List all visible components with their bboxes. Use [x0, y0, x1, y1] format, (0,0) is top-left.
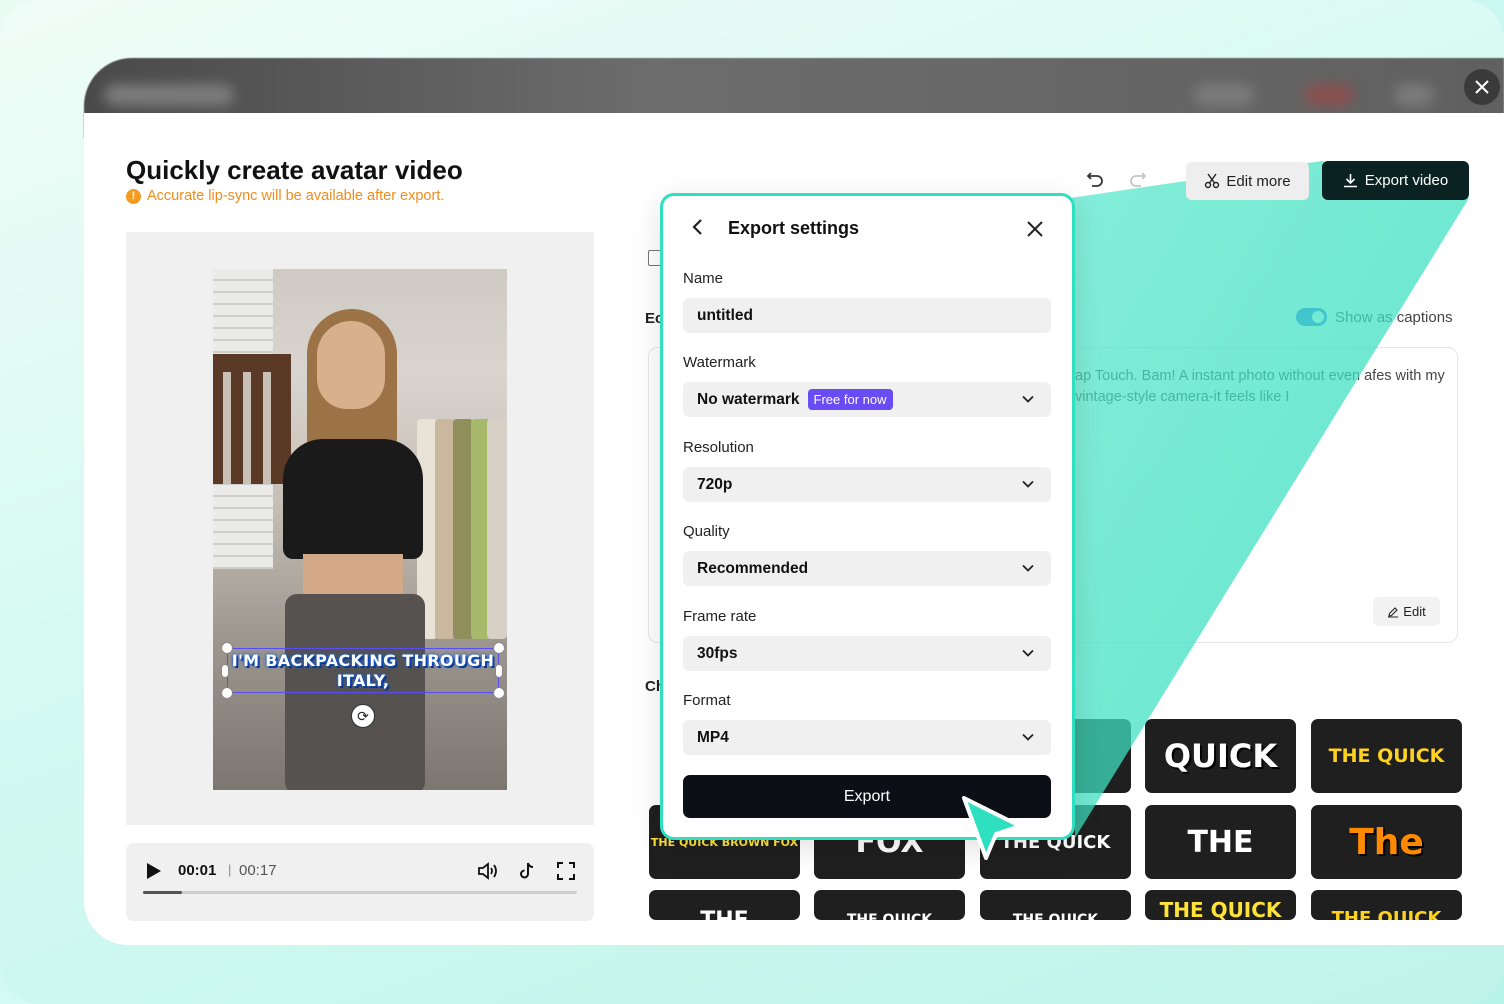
- resolution-value: 720p: [697, 475, 733, 493]
- redo-icon[interactable]: [1129, 170, 1147, 194]
- name-label: Name: [683, 270, 724, 287]
- edit-label: Edit: [1403, 604, 1426, 619]
- close-icon[interactable]: [1464, 69, 1500, 105]
- caption-line-2: ITALY,: [336, 671, 390, 690]
- caption-selection-box[interactable]: I'M BACKPACKING THROUGH ITALY,: [227, 648, 499, 693]
- caption-style-tile[interactable]: THE QUICK: [1145, 890, 1296, 920]
- tiktok-icon[interactable]: [516, 860, 538, 882]
- progress-fill: [143, 891, 183, 894]
- tile-label: THE QUICK: [1012, 912, 1099, 920]
- tile-label: THE: [1187, 824, 1254, 860]
- warning-text: Accurate lip-sync will be available afte…: [147, 188, 445, 204]
- toggle-switch[interactable]: [1296, 308, 1327, 326]
- page-title: Quickly create avatar video: [126, 155, 463, 185]
- format-select[interactable]: MP4: [683, 720, 1051, 755]
- quality-value: Recommended: [697, 559, 809, 577]
- format-value: MP4: [697, 728, 729, 746]
- progress-bar[interactable]: [143, 891, 577, 894]
- caption-style-tile[interactable]: THE: [649, 890, 800, 920]
- tile-label: THE QUICK: [846, 912, 933, 920]
- fullscreen-icon[interactable]: [555, 860, 577, 882]
- caption-style-tile[interactable]: THE QUICK: [814, 890, 965, 920]
- resize-handle-br[interactable]: [493, 687, 505, 699]
- caption-style-tile[interactable]: THE QUICK: [1311, 890, 1462, 920]
- rotate-icon[interactable]: ⟳: [351, 704, 375, 728]
- name-value: untitled: [697, 306, 753, 324]
- edit-more-label: Edit more: [1226, 172, 1291, 190]
- watermark-select[interactable]: No watermark Free for now: [683, 382, 1051, 417]
- frame-rate-label: Frame rate: [683, 608, 757, 625]
- caption-style-tile[interactable]: QUICK: [1145, 719, 1296, 793]
- export-video-button[interactable]: Export video: [1322, 161, 1469, 200]
- railing: [213, 354, 291, 484]
- avatar-face: [317, 321, 385, 409]
- avatar-torso: [283, 439, 423, 559]
- tile-label: THE QUICK: [1328, 745, 1445, 767]
- caption-style-tile[interactable]: THE QUICK: [1311, 719, 1462, 793]
- quality-label: Quality: [683, 523, 730, 540]
- scissors-icon: [1205, 173, 1220, 189]
- current-time: 00:01: [178, 862, 217, 879]
- chevron-down-icon: [1022, 564, 1034, 572]
- free-badge: Free for now: [807, 389, 893, 410]
- pencil-icon: [1388, 606, 1399, 618]
- show-captions-label: Show as captions: [1335, 308, 1453, 326]
- caption-style-tile[interactable]: The: [1311, 805, 1462, 879]
- video-caption: I'M BACKPACKING THROUGH ITALY,: [228, 651, 498, 691]
- total-time: 00:17: [239, 862, 277, 879]
- resize-handle-ml[interactable]: [221, 664, 229, 678]
- avatar-midriff: [303, 554, 403, 599]
- watermark-value: No watermark: [697, 390, 800, 408]
- resolution-label: Resolution: [683, 439, 754, 456]
- watermark-label: Watermark: [683, 354, 756, 371]
- close-icon[interactable]: [1025, 219, 1045, 239]
- script-text: ap Touch. Bam! A instant photo without e…: [1075, 368, 1445, 405]
- warning-icon: !: [126, 188, 141, 204]
- edit-more-button[interactable]: Edit more: [1186, 162, 1309, 200]
- frame-rate-select[interactable]: 30fps: [683, 636, 1051, 671]
- player-controls: [126, 843, 594, 921]
- name-input[interactable]: untitled: [683, 298, 1051, 333]
- resize-handle-tl[interactable]: [221, 642, 233, 654]
- back-icon[interactable]: [690, 218, 704, 242]
- clothes-rack: [417, 409, 507, 639]
- show-captions-toggle[interactable]: Show as captions: [1296, 308, 1453, 326]
- tile-label: THE QUICK: [1159, 898, 1282, 920]
- export-video-label: Export video: [1364, 172, 1449, 189]
- lip-sync-warning: ! Accurate lip-sync will be available af…: [126, 188, 444, 204]
- undo-icon[interactable]: [1086, 170, 1104, 194]
- cursor-pointer-icon: [958, 792, 1030, 869]
- tile-label: THE QUICK: [1331, 908, 1442, 920]
- resize-handle-tr[interactable]: [493, 642, 505, 654]
- volume-icon[interactable]: [477, 860, 499, 882]
- caption-style-tile[interactable]: THE QUICK: [980, 890, 1131, 920]
- chevron-down-icon: [1022, 649, 1034, 657]
- tile-label: The: [1349, 821, 1424, 863]
- quality-select[interactable]: Recommended: [683, 551, 1051, 586]
- play-icon[interactable]: [146, 862, 162, 885]
- caption-style-tile[interactable]: THE: [1145, 805, 1296, 879]
- chevron-down-icon: [1022, 480, 1034, 488]
- resize-handle-mr[interactable]: [495, 664, 503, 678]
- modal-title: Export settings: [728, 218, 860, 238]
- caption-line-1: I'M BACKPACKING THROUGH: [231, 651, 495, 670]
- tile-label: QUICK: [1163, 737, 1278, 775]
- tile-label: THE: [700, 908, 748, 920]
- edit-script-button[interactable]: Edit: [1373, 597, 1440, 626]
- resize-handle-bl[interactable]: [221, 687, 233, 699]
- chevron-down-icon: [1022, 395, 1034, 403]
- format-label: Format: [683, 692, 731, 709]
- resolution-select[interactable]: 720p: [683, 467, 1051, 502]
- chevron-down-icon: [1022, 733, 1034, 741]
- time-separator: |: [228, 862, 232, 877]
- download-icon: [1343, 174, 1357, 188]
- frame-rate-value: 30fps: [697, 644, 738, 662]
